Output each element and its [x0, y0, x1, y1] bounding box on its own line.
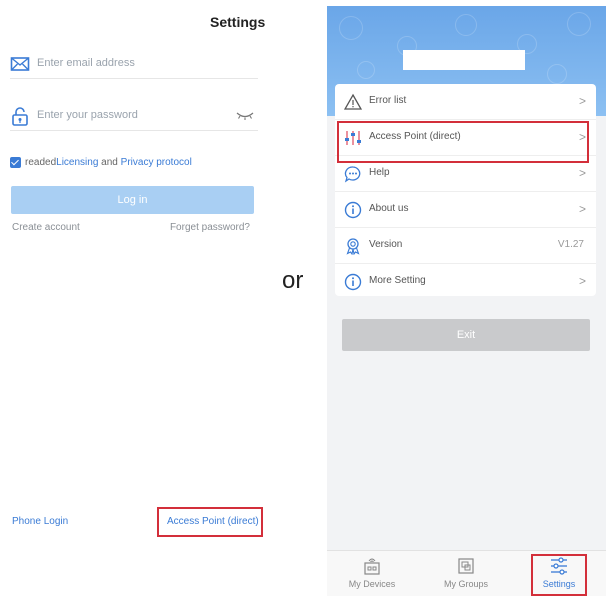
tab-my-devices[interactable]: My Devices — [337, 555, 407, 589]
highlight-box — [337, 121, 589, 163]
settings-menu: Error list > Access Point (direct) > Hel… — [335, 84, 596, 296]
menu-item-version[interactable]: Version V1.27 — [335, 228, 596, 264]
licensing-link[interactable]: Licensing — [56, 157, 98, 168]
menu-item-error-list[interactable]: Error list > — [335, 84, 596, 120]
email-field[interactable]: Enter email address — [10, 52, 258, 79]
chevron-right-icon: > — [578, 202, 586, 216]
settings-link[interactable]: Settings — [210, 14, 265, 30]
tab-label: My Devices — [348, 579, 396, 589]
menu-item-about-us[interactable]: About us > — [335, 192, 596, 228]
agree-checkbox[interactable] — [10, 157, 21, 168]
tab-label: My Groups — [443, 579, 488, 589]
login-button[interactable]: Log in — [11, 186, 254, 214]
forget-password-link[interactable]: Forget password? — [170, 222, 250, 233]
menu-label: About us — [369, 203, 409, 214]
warning-icon — [343, 93, 363, 111]
menu-label: Version — [369, 239, 403, 250]
menu-label: More Setting — [369, 275, 426, 286]
badge-icon — [344, 237, 362, 256]
agree-and: and — [98, 157, 121, 168]
agree-prefix: readed — [25, 157, 57, 168]
mail-icon — [10, 54, 30, 74]
version-value: V1.27 — [557, 239, 584, 250]
menu-label: Error list — [369, 95, 407, 106]
password-placeholder: Enter your password — [37, 109, 138, 121]
exit-button[interactable]: Exit — [342, 319, 590, 351]
tab-my-groups[interactable]: My Groups — [431, 555, 501, 589]
menu-item-more-setting[interactable]: More Setting > — [335, 264, 596, 300]
agreement-row: readed Licensing and Privacy protocol — [10, 157, 192, 168]
chat-bubble-icon — [344, 165, 362, 183]
chevron-right-icon: > — [578, 94, 586, 108]
settings-screen: Error list > Access Point (direct) > Hel… — [327, 6, 606, 596]
email-placeholder: Enter email address — [37, 57, 135, 69]
access-point-link[interactable]: Access Point (direct) — [167, 516, 259, 527]
lock-icon — [10, 106, 30, 126]
password-field[interactable]: Enter your password — [10, 104, 258, 131]
create-account-link[interactable]: Create account — [12, 222, 80, 233]
chevron-right-icon: > — [578, 274, 586, 288]
info-icon — [344, 273, 362, 291]
user-name-bar — [403, 50, 525, 70]
chevron-right-icon: > — [578, 166, 586, 180]
menu-label: Help — [369, 167, 390, 178]
device-icon — [364, 558, 380, 575]
phone-login-link[interactable]: Phone Login — [12, 516, 68, 527]
groups-icon — [458, 558, 474, 574]
or-separator: or — [282, 267, 304, 294]
privacy-link[interactable]: Privacy protocol — [121, 157, 192, 168]
eye-closed-icon[interactable] — [236, 109, 254, 121]
info-icon — [344, 201, 362, 219]
highlight-box — [531, 554, 587, 596]
